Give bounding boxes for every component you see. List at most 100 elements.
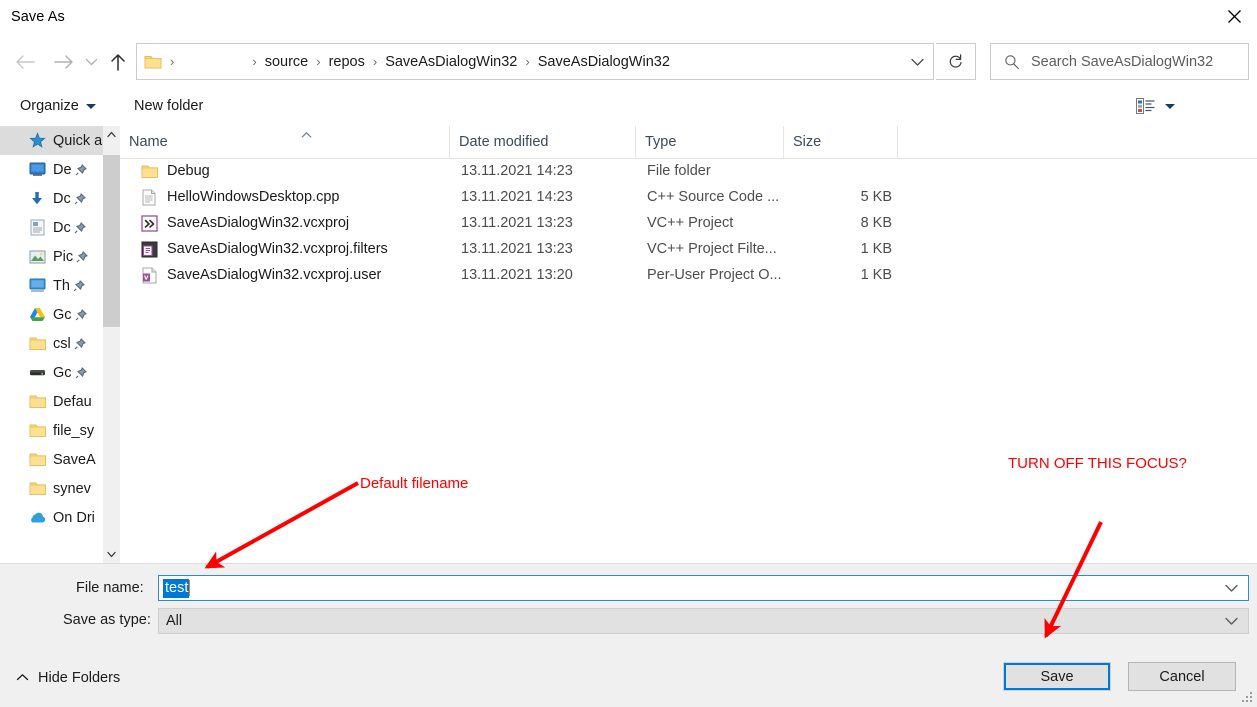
search-box[interactable]: Search SaveAsDialogWin32 (990, 43, 1249, 80)
sidebar-item-this-pc[interactable]: Th (0, 271, 103, 300)
folder-icon (28, 480, 46, 498)
file-name-value: test (163, 578, 190, 598)
sidebar-item-onedrive[interactable]: On Dri (0, 503, 103, 532)
sidebar-item-label: Quick a (53, 132, 103, 149)
navigation-sidebar[interactable]: Quick a De Dc Dc Pic Th Gc csl Gc Defau … (0, 126, 103, 563)
table-row[interactable]: HelloWindowsDesktop.cpp 13.11.2021 14:23… (120, 184, 1257, 210)
pin-icon (73, 279, 85, 292)
column-headers: Name Date modified Type Size (120, 126, 1257, 159)
column-header-size[interactable]: Size (784, 126, 898, 158)
file-name-dropdown-button[interactable] (1224, 583, 1239, 594)
forward-button[interactable] (47, 40, 81, 84)
sidebar-item-quick-access[interactable]: Quick a (0, 126, 103, 155)
breadcrumb-separator: › (252, 54, 257, 69)
address-dropdown-button[interactable] (910, 56, 925, 67)
file-size: 5 KB (860, 189, 892, 205)
onedrive-icon (28, 509, 46, 527)
sidebar-item-default[interactable]: Defau (0, 387, 103, 416)
thispc-icon (28, 277, 46, 295)
file-name-input[interactable]: test (158, 575, 1249, 601)
drive-icon (28, 364, 46, 382)
save-as-type-dropdown-button[interactable] (1224, 616, 1239, 627)
pin-icon (74, 192, 86, 205)
folder-icon (28, 393, 46, 411)
recent-locations-button[interactable] (80, 40, 102, 84)
file-type: C++ Source Code ... (647, 189, 780, 205)
hide-folders-button[interactable]: Hide Folders (16, 670, 120, 686)
column-header-type[interactable]: Type (636, 126, 784, 158)
table-row[interactable]: SaveAsDialogWin32.vcxproj.user 13.11.202… (120, 262, 1257, 288)
scroll-up-button[interactable] (103, 126, 120, 143)
file-name-label: File name: (76, 580, 144, 596)
sidebar-item-savea[interactable]: SaveA (0, 445, 103, 474)
save-as-type-value: All (166, 613, 183, 629)
file-size: 1 KB (860, 267, 892, 283)
organize-button[interactable]: Organize (20, 98, 96, 114)
sidebar-item-label: Dc (53, 219, 71, 236)
file-type: VC++ Project (647, 215, 734, 231)
sidebar-item-documents[interactable]: Dc (0, 213, 103, 242)
column-header-name[interactable]: Name (120, 126, 450, 158)
up-button[interactable] (101, 40, 135, 84)
organize-label: Organize (20, 98, 79, 114)
table-row[interactable]: SaveAsDialogWin32.vcxproj.filters 13.11.… (120, 236, 1257, 262)
sidebar-item-label: Dc (53, 190, 71, 207)
sidebar-item-desktop[interactable]: De (0, 155, 103, 184)
search-input[interactable]: Search SaveAsDialogWin32 (1031, 54, 1213, 70)
chevron-down-icon (1225, 617, 1238, 625)
navigation-bar: › › source › repos › SaveAsDialogWin32 ›… (0, 40, 1257, 84)
new-folder-button[interactable]: New folder (134, 98, 203, 114)
cancel-button[interactable]: Cancel (1128, 662, 1236, 691)
caret-down-icon (1165, 103, 1175, 109)
google-drive-icon (28, 306, 46, 324)
back-button[interactable] (8, 40, 42, 84)
sidebar-item-label: On Dri (53, 509, 95, 526)
view-options-button[interactable] (1136, 98, 1175, 114)
save-button[interactable]: Save (1003, 662, 1111, 691)
view-list-icon (1136, 98, 1155, 114)
file-date: 13.11.2021 14:23 (461, 189, 573, 205)
vcxproj-icon (140, 214, 158, 232)
address-bar[interactable]: › › source › repos › SaveAsDialogWin32 ›… (136, 43, 934, 80)
table-row[interactable]: Debug 13.11.2021 14:23 File folder (120, 158, 1257, 184)
chevron-down-icon (85, 58, 97, 66)
scrollbar-thumb[interactable] (103, 155, 120, 327)
file-name: Debug (167, 163, 210, 179)
star-icon (28, 132, 46, 150)
close-button[interactable] (1212, 0, 1257, 32)
breadcrumb-item-repos[interactable]: repos (327, 52, 367, 72)
file-type: Per-User Project O... (647, 267, 782, 283)
sidebar-item-pictures[interactable]: Pic (0, 242, 103, 271)
resize-grip-icon[interactable] (1242, 692, 1254, 704)
pin-icon (76, 250, 89, 263)
sidebar-scrollbar[interactable] (103, 126, 120, 563)
refresh-button[interactable] (936, 43, 976, 80)
pin-icon (74, 221, 86, 234)
window-title: Save As (11, 9, 65, 25)
pin-icon (75, 308, 87, 321)
arrow-left-icon (16, 55, 35, 69)
sidebar-item-google-drive[interactable]: Gc (0, 300, 103, 329)
folder-icon (28, 451, 46, 469)
column-header-date-modified[interactable]: Date modified (450, 126, 636, 158)
vcxproj-filters-icon (140, 240, 158, 258)
breadcrumb-item-source[interactable]: source (263, 52, 311, 72)
file-type: File folder (647, 163, 711, 179)
table-row[interactable]: SaveAsDialogWin32.vcxproj 13.11.2021 13:… (120, 210, 1257, 236)
save-as-type-select[interactable]: All (158, 608, 1249, 634)
folder-icon (140, 162, 158, 180)
sidebar-item-label: synev (53, 480, 91, 497)
breadcrumb-item-current[interactable]: SaveAsDialogWin32 (536, 52, 672, 72)
sidebar-item-synev[interactable]: synev (0, 474, 103, 503)
breadcrumb-item-project[interactable]: SaveAsDialogWin32 (383, 52, 519, 72)
arrow-right-icon (54, 55, 73, 69)
sidebar-item-downloads[interactable]: Dc (0, 184, 103, 213)
file-list-pane: Name Date modified Type Size Debug 13.11… (120, 126, 1257, 563)
file-name: SaveAsDialogWin32.vcxproj (167, 215, 350, 231)
sidebar-item-gdrive-disk[interactable]: Gc (0, 358, 103, 387)
column-header-label: Name (129, 134, 168, 150)
sidebar-item-file-sy[interactable]: file_sy (0, 416, 103, 445)
sidebar-item-csl[interactable]: csl (0, 329, 103, 358)
chevron-up-icon (107, 131, 116, 138)
scroll-down-button[interactable] (103, 546, 120, 563)
